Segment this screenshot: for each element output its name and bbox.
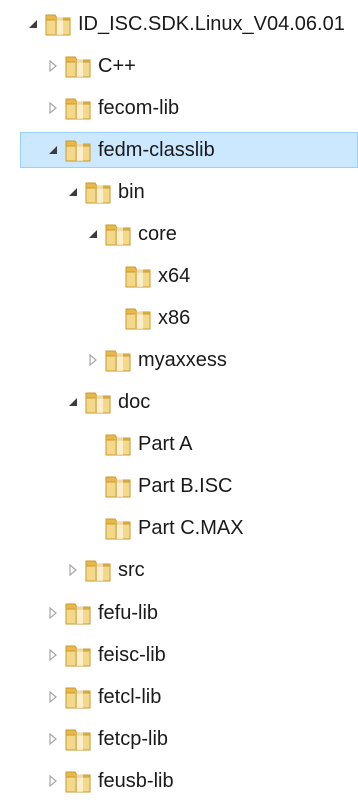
tree-item[interactable]: myaxxess (0, 341, 358, 379)
tree-item[interactable]: doc (0, 383, 358, 421)
folder-tree: ID_ISC.SDK.Linux_V04.06.01 C++ fecom-lib fe… (0, 0, 358, 794)
folder-icon (104, 431, 132, 457)
folder-icon (64, 768, 92, 794)
tree-item-label: fetcp-lib (98, 728, 169, 750)
folder-icon (64, 684, 92, 710)
folder-icon (64, 600, 92, 626)
folder-icon (64, 137, 92, 163)
tree-item[interactable]: feusb-lib (0, 762, 358, 800)
tree-item[interactable]: src (0, 551, 358, 589)
tree-item[interactable]: C++ (0, 47, 358, 85)
tree-item-label: ID_ISC.SDK.Linux_V04.06.01 (78, 13, 345, 35)
tree-item[interactable]: fetcl-lib (0, 678, 358, 716)
folder-icon (124, 305, 152, 331)
collapsed-arrow-icon[interactable] (46, 59, 60, 73)
tree-item-label: myaxxess (138, 349, 227, 371)
tree-item[interactable]: fedm-classlib (0, 131, 358, 169)
tree-item-label: Part A (138, 433, 193, 455)
expanded-arrow-icon[interactable] (46, 143, 60, 157)
tree-item-label: Part C.MAX (138, 517, 244, 539)
tree-item-label: fetcl-lib (98, 686, 162, 708)
tree-item-label: fedm-classlib (98, 139, 215, 161)
collapsed-arrow-icon[interactable] (46, 774, 60, 788)
tree-item[interactable]: x64 (0, 257, 358, 295)
tree-item-label: core (138, 223, 177, 245)
tree-item-label: fefu-lib (98, 602, 159, 624)
folder-icon (64, 53, 92, 79)
collapsed-arrow-icon[interactable] (46, 101, 60, 115)
tree-item[interactable]: Part A (0, 425, 358, 463)
collapsed-arrow-icon[interactable] (66, 563, 80, 577)
expanded-arrow-icon[interactable] (26, 17, 40, 31)
tree-item-label: feusb-lib (98, 770, 174, 792)
tree-item-label: feisc-lib (98, 644, 166, 666)
tree-item[interactable]: Part B.ISC (0, 467, 358, 505)
tree-item[interactable]: core (0, 215, 358, 253)
collapsed-arrow-icon[interactable] (46, 732, 60, 746)
folder-icon (104, 515, 132, 541)
folder-icon (124, 263, 152, 289)
expanded-arrow-icon[interactable] (86, 227, 100, 241)
folder-icon (64, 726, 92, 752)
tree-item-label: C++ (98, 55, 136, 77)
expanded-arrow-icon[interactable] (66, 185, 80, 199)
folder-icon (84, 389, 112, 415)
tree-item-label: Part B.ISC (138, 475, 233, 497)
tree-item-label: x64 (158, 265, 191, 287)
tree-item[interactable]: ID_ISC.SDK.Linux_V04.06.01 (0, 5, 358, 43)
folder-icon (104, 473, 132, 499)
folder-icon (84, 179, 112, 205)
tree-item[interactable]: fecom-lib (0, 89, 358, 127)
folder-icon (84, 557, 112, 583)
tree-item[interactable]: feisc-lib (0, 636, 358, 674)
expanded-arrow-icon[interactable] (66, 395, 80, 409)
tree-item-label: fecom-lib (98, 97, 180, 119)
collapsed-arrow-icon[interactable] (86, 353, 100, 367)
tree-item-label: bin (118, 181, 145, 203)
tree-item-label: src (118, 559, 145, 581)
tree-item-label: x86 (158, 307, 191, 329)
folder-icon (104, 347, 132, 373)
tree-item[interactable]: bin (0, 173, 358, 211)
tree-item[interactable]: fetcp-lib (0, 720, 358, 758)
folder-icon (64, 642, 92, 668)
folder-icon (64, 95, 92, 121)
tree-item-label: doc (118, 391, 151, 413)
tree-item[interactable]: x86 (0, 299, 358, 337)
tree-item[interactable]: fefu-lib (0, 594, 358, 632)
folder-icon (104, 221, 132, 247)
folder-icon (44, 11, 72, 37)
tree-item[interactable]: Part C.MAX (0, 509, 358, 547)
collapsed-arrow-icon[interactable] (46, 606, 60, 620)
collapsed-arrow-icon[interactable] (46, 648, 60, 662)
collapsed-arrow-icon[interactable] (46, 690, 60, 704)
